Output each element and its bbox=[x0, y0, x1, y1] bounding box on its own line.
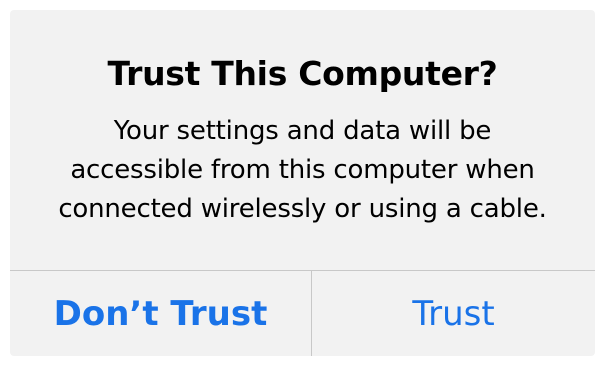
dont-trust-button[interactable]: Don’t Trust bbox=[10, 271, 311, 356]
trust-button[interactable]: Trust bbox=[312, 271, 595, 356]
alert-message-line-2: accessible from this computer when bbox=[70, 155, 535, 185]
alert-title: Trust This Computer? bbox=[107, 54, 498, 93]
trust-computer-alert: Trust This Computer? Your settings and d… bbox=[10, 10, 595, 356]
alert-message-line-3: connected wirelessly or using a cable. bbox=[58, 194, 547, 224]
alert-message: Your settings and data will be accessibl… bbox=[18, 112, 587, 229]
alert-message-line-1: Your settings and data will be bbox=[113, 116, 492, 146]
